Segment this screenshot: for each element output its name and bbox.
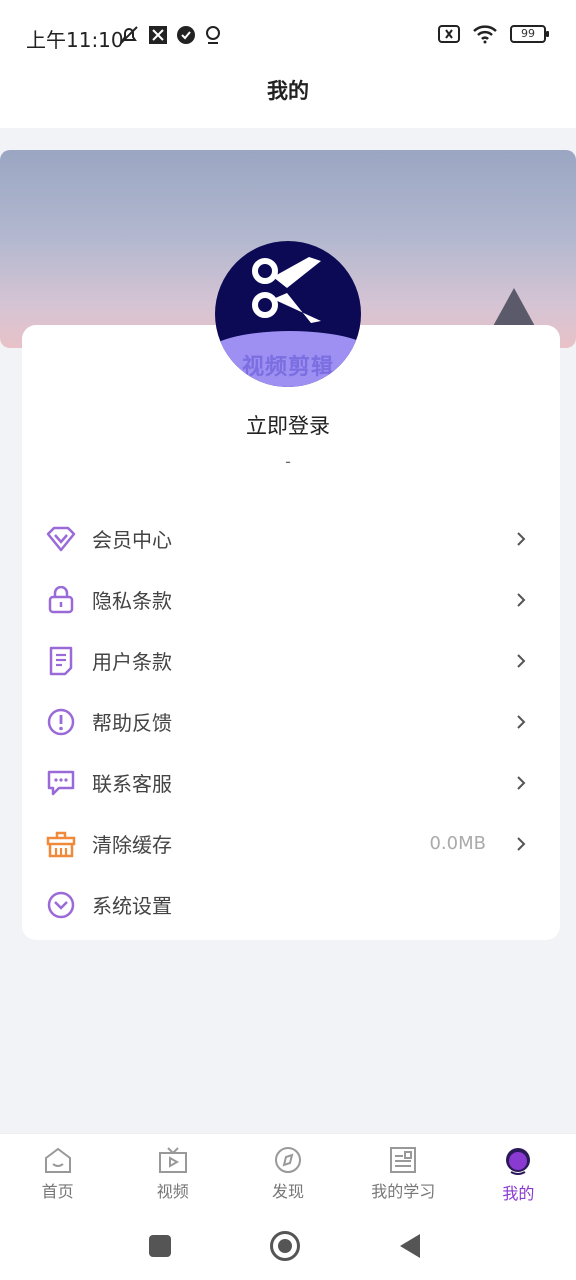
- tab-my-study[interactable]: 我的学习: [346, 1134, 461, 1213]
- chevron-right-icon: [517, 653, 526, 668]
- chevron-right-icon: [517, 592, 526, 607]
- menu-item-membership[interactable]: 会员中心: [22, 508, 560, 569]
- home-button[interactable]: [270, 1231, 300, 1261]
- menu-item-label: 清除缓存: [92, 833, 172, 857]
- status-system-icons: 99: [438, 24, 549, 44]
- lock-icon: [46, 585, 76, 615]
- tab-label: 首页: [41, 1182, 74, 1201]
- compass-icon: [275, 1147, 301, 1173]
- status-notification-icons: [118, 24, 222, 46]
- banner-tower-shape: [492, 288, 536, 328]
- study-icon: [390, 1147, 417, 1173]
- chevron-right-icon: [517, 714, 526, 729]
- menu-item-label: 隐私条款: [92, 589, 172, 613]
- menu-item-system-settings[interactable]: 系统设置: [22, 874, 560, 935]
- tab-video[interactable]: 视频: [115, 1134, 230, 1213]
- tab-home[interactable]: 首页: [0, 1134, 115, 1213]
- basket-icon: [46, 829, 76, 859]
- avatar-logo-text: 视频剪辑: [241, 355, 334, 380]
- chevron-right-icon: [517, 531, 526, 546]
- exclamation-icon: [46, 707, 76, 737]
- user-id-text: -: [285, 452, 291, 471]
- bottom-tab-bar: 首页 视频 发现 我的学习 我的: [0, 1133, 576, 1213]
- tab-label: 我的: [502, 1184, 535, 1203]
- tab-mine[interactable]: 我的: [461, 1134, 576, 1213]
- login-button[interactable]: 立即登录: [0, 410, 576, 440]
- menu-item-label: 帮助反馈: [92, 711, 172, 735]
- tab-label: 视频: [156, 1182, 189, 1201]
- tv-icon: [158, 1147, 187, 1173]
- recents-button[interactable]: [149, 1235, 171, 1257]
- menu-item-privacy[interactable]: 隐私条款: [22, 569, 560, 630]
- menu-item-help-feedback[interactable]: 帮助反馈: [22, 691, 560, 752]
- wifi-icon: [473, 25, 497, 44]
- profile-icon: [506, 1148, 531, 1175]
- home-icon: [44, 1147, 71, 1173]
- back-button[interactable]: [400, 1234, 420, 1258]
- menu-item-label: 会员中心: [92, 528, 172, 552]
- menu-item-label: 联系客服: [92, 772, 172, 796]
- tab-discover[interactable]: 发现: [230, 1134, 345, 1213]
- document-icon: [46, 646, 76, 676]
- menu-item-clear-cache[interactable]: 清除缓存 0.0MB: [22, 813, 560, 874]
- tab-label: 发现: [272, 1182, 305, 1201]
- menu-item-label: 系统设置: [92, 894, 172, 918]
- scissors-logo-icon: [252, 257, 321, 323]
- location-icon: [206, 26, 220, 44]
- title-bar: 我的: [0, 72, 576, 128]
- cache-size-value: 0.0MB: [429, 833, 486, 854]
- chevron-right-icon: [517, 836, 526, 851]
- system-nav-bar: [0, 1213, 576, 1280]
- app-notification-icon: [149, 26, 167, 44]
- settings-menu: 会员中心 隐私条款 用户条款 帮助反馈 联系客服 清除缓存 0.0MB 系统设置: [22, 508, 560, 935]
- status-time: 上午11:10: [26, 28, 124, 52]
- page-title: 我的: [267, 79, 309, 103]
- menu-item-customer-service[interactable]: 联系客服: [22, 752, 560, 813]
- tab-label: 我的学习: [371, 1182, 436, 1201]
- battery-indicator: 99: [510, 25, 549, 43]
- avatar[interactable]: 视频剪辑: [215, 241, 361, 387]
- diamond-icon: [46, 524, 76, 554]
- mute-bell-icon: [120, 26, 138, 44]
- status-bar: 上午11:10 99: [0, 0, 576, 72]
- check-circle-icon: [177, 26, 195, 44]
- sim-off-icon: [438, 25, 460, 43]
- menu-item-label: 用户条款: [92, 650, 172, 674]
- chat-icon: [46, 768, 76, 798]
- chevron-circle-icon: [46, 890, 76, 920]
- chevron-right-icon: [517, 775, 526, 790]
- menu-item-user-terms[interactable]: 用户条款: [22, 630, 560, 691]
